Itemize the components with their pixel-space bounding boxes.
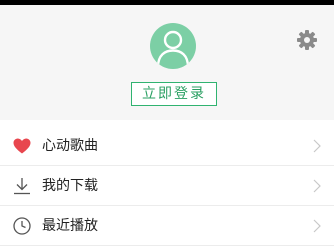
download-icon	[12, 176, 32, 196]
profile-header: 立即登录	[0, 5, 334, 120]
chevron-right-icon	[312, 178, 322, 194]
user-avatar-icon[interactable]	[150, 23, 196, 69]
chevron-right-icon	[312, 218, 322, 234]
menu-item-my-downloads[interactable]: 我的下载	[0, 166, 334, 206]
menu-item-favorite-songs[interactable]: 心动歌曲	[0, 126, 334, 166]
menu-item-label: 最近播放	[42, 218, 98, 234]
gear-icon[interactable]	[296, 29, 318, 51]
menu-item-label: 我的下载	[42, 178, 98, 194]
chevron-right-icon	[312, 138, 322, 154]
clock-icon	[12, 216, 32, 236]
menu-item-label: 心动歌曲	[42, 138, 98, 154]
heart-icon	[12, 136, 32, 156]
profile-screen: 立即登录 心动歌曲 我的下载 最近播放	[0, 0, 334, 252]
menu-item-recently-played[interactable]: 最近播放	[0, 206, 334, 246]
menu-list: 心动歌曲 我的下载 最近播放	[0, 126, 334, 246]
login-button[interactable]: 立即登录	[131, 82, 217, 106]
